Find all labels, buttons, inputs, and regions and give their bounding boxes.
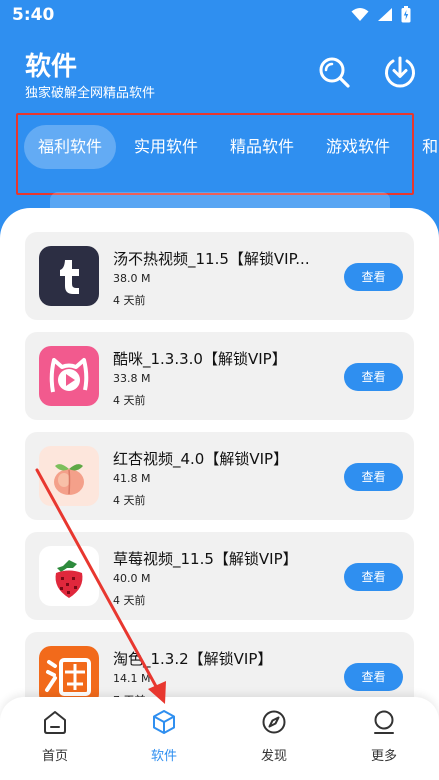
bottom-navigation: 首页 软件 发现 更多 [0,697,439,780]
tab-premium-software[interactable]: 精品软件 [216,125,308,169]
status-icons [351,6,411,23]
view-button[interactable]: 查看 [344,463,403,491]
app-size: 38.0 M [113,272,151,285]
search-icon[interactable] [318,56,350,88]
app-date: 4 天前 [113,394,146,407]
download-icon[interactable] [384,56,416,88]
tab-more-partial[interactable]: 和 [408,125,439,169]
nav-software-label: 软件 [150,749,177,764]
tab-utility-software[interactable]: 实用软件 [120,125,212,169]
nav-software[interactable]: 软件 [134,709,194,764]
app-name: 草莓视频_11.5【解锁VIP】 [113,550,298,568]
app-size: 40.0 M [113,572,151,585]
nav-more[interactable]: 更多 [354,709,414,764]
app-size: 33.8 M [113,372,151,385]
app-card[interactable]: 酷咪_1.3.3.0【解锁VIP】 33.8 M 4 天前 查看 [25,332,414,420]
app-date: 4 天前 [113,594,146,607]
app-name: 汤不热视频_11.5【解锁VIP... [113,250,310,268]
status-time: 5:40 [12,5,55,25]
page-subtitle: 独家破解全网精品软件 [25,86,156,101]
cat-play-icon [39,346,99,406]
app-size: 41.8 M [113,472,151,485]
app-date: 4 天前 [113,294,146,307]
status-bar: 5:40 [0,0,439,32]
app-size: 14.1 M [113,672,151,685]
profile-icon [374,710,394,734]
nav-discover[interactable]: 发现 [244,709,304,764]
view-button[interactable]: 查看 [344,263,403,291]
nav-home-label: 首页 [41,749,68,764]
app-card[interactable]: 汤不热视频_11.5【解锁VIP... 38.0 M 4 天前 查看 [25,232,414,320]
app-date: 4 天前 [113,494,146,507]
peach-icon [39,446,99,506]
page-title: 软件 [25,52,78,82]
strawberry-icon [39,546,99,606]
app-list: 汤不热视频_11.5【解锁VIP... 38.0 M 4 天前 查看 酷咪_1.… [25,232,414,732]
nav-discover-label: 发现 [260,749,287,764]
app-name: 酷咪_1.3.3.0【解锁VIP】 [113,350,287,368]
tab-welfare-software[interactable]: 福利软件 [24,125,117,169]
view-button[interactable]: 查看 [344,663,403,691]
home-icon [44,711,66,734]
compass-icon [262,710,286,734]
nav-home[interactable]: 首页 [25,709,85,764]
cube-icon [153,710,175,734]
signal-icon [378,8,392,21]
wifi-icon [351,8,369,21]
nav-more-label: 更多 [370,749,397,764]
app-card[interactable]: 草莓视频_11.5【解锁VIP】 40.0 M 4 天前 查看 [25,532,414,620]
category-tabs: 福利软件 实用软件 精品软件 游戏软件 和 [24,125,439,169]
app-card[interactable]: 红杏视频_4.0【解锁VIP】 41.8 M 4 天前 查看 [25,432,414,520]
view-button[interactable]: 查看 [344,563,403,591]
view-button[interactable]: 查看 [344,363,403,391]
app-name: 红杏视频_4.0【解锁VIP】 [113,450,289,468]
app-name: 淘色_1.3.2【解锁VIP】 [113,650,273,668]
tumblr-t-icon [39,246,99,306]
battery-icon [401,6,411,23]
tab-game-software[interactable]: 游戏软件 [312,125,404,169]
